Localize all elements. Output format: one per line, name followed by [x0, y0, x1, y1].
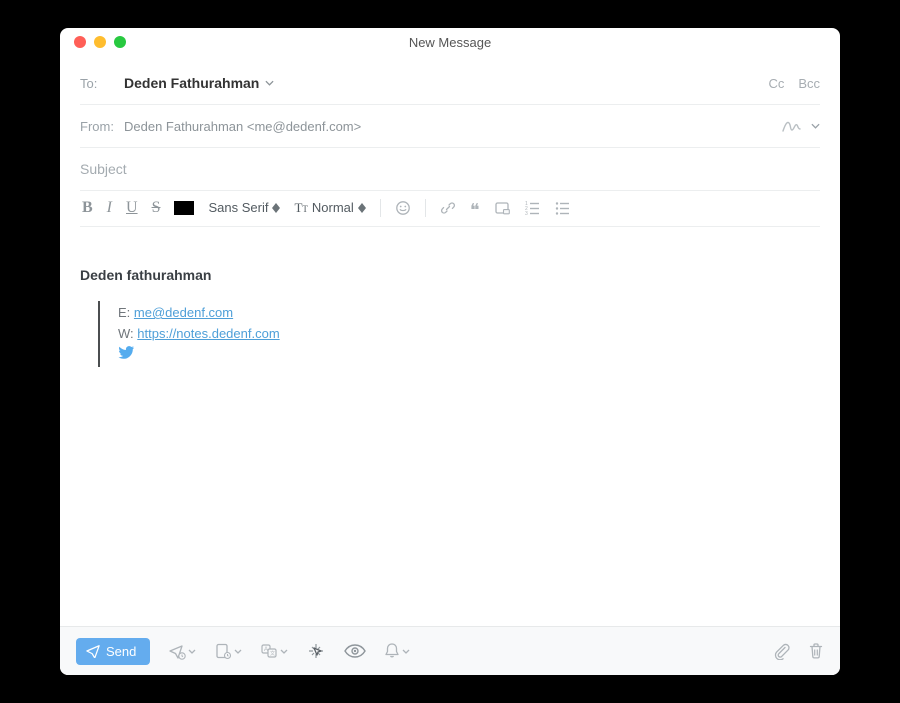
from-value: Deden Fathurahman <me@dedenf.com> — [124, 119, 361, 134]
message-header: To: Deden Fathurahman Cc Bcc From: Deden… — [60, 56, 840, 227]
notify-button[interactable] — [384, 642, 410, 660]
to-label: To: — [80, 76, 124, 91]
subject-row — [80, 148, 820, 191]
titlebar: New Message — [60, 28, 840, 56]
font-size-select[interactable]: TT Normal — [294, 200, 365, 216]
emoji-button[interactable] — [395, 200, 411, 216]
send-label: Send — [106, 644, 136, 659]
compose-window: New Message To: Deden Fathurahman Cc Bcc… — [60, 28, 840, 675]
italic-button[interactable]: I — [107, 200, 112, 216]
signature-email-label: E: — [118, 305, 130, 320]
tracking-button[interactable] — [306, 641, 326, 661]
numbered-list-button[interactable]: 123 — [524, 200, 540, 216]
signature-web-link[interactable]: https://notes.dedenf.com — [137, 326, 279, 341]
font-family-select[interactable]: Sans Serif — [208, 200, 280, 215]
sort-caret-icon — [358, 203, 366, 213]
signature-icon — [781, 117, 805, 135]
chevron-down-icon — [188, 649, 196, 654]
separator — [380, 199, 381, 217]
quote-button[interactable]: ❝ — [470, 200, 480, 221]
signature-email-line: E: me@dedenf.com — [118, 303, 820, 324]
message-body[interactable]: Deden fathurahman E: me@dedenf.com W: ht… — [60, 227, 840, 626]
twitter-icon[interactable] — [118, 345, 820, 366]
svg-text:文: 文 — [270, 650, 275, 657]
from-row: From: Deden Fathurahman <me@dedenf.com> — [80, 105, 820, 148]
separator — [425, 199, 426, 217]
reminder-button[interactable] — [214, 642, 242, 660]
signature-block: E: me@dedenf.com W: https://notes.dedenf… — [98, 301, 820, 367]
strikethrough-button[interactable]: S — [152, 200, 161, 216]
bold-button[interactable]: B — [82, 200, 93, 216]
chevron-down-icon — [402, 649, 410, 654]
chevron-down-icon — [234, 649, 242, 654]
editor-toolbar: B I U S Sans Serif TT Normal — [80, 191, 820, 227]
read-receipt-button[interactable] — [344, 643, 366, 659]
zoom-window-button[interactable] — [114, 36, 126, 48]
text-color-button[interactable] — [174, 201, 194, 215]
to-row: To: Deden Fathurahman Cc Bcc — [80, 62, 820, 105]
discard-button[interactable] — [808, 642, 824, 660]
send-button[interactable]: Send — [76, 638, 150, 665]
signature-email-link[interactable]: me@dedenf.com — [134, 305, 233, 320]
signature-web-line: W: https://notes.dedenf.com — [118, 324, 820, 345]
signature-web-label: W: — [118, 326, 134, 341]
window-controls — [60, 36, 126, 48]
chevron-down-icon — [811, 123, 820, 129]
signature-name: Deden fathurahman — [80, 267, 820, 283]
compose-footer: Send A文 — [60, 626, 840, 675]
to-recipient-chip[interactable]: Deden Fathurahman — [124, 75, 274, 91]
cc-button[interactable]: Cc — [768, 76, 784, 91]
send-later-button[interactable] — [168, 642, 196, 660]
bcc-button[interactable]: Bcc — [798, 76, 820, 91]
signature-picker[interactable] — [781, 117, 820, 135]
attach-button[interactable] — [772, 642, 790, 660]
font-family-label: Sans Serif — [208, 200, 268, 215]
send-icon — [86, 644, 100, 658]
font-size-label: Normal — [312, 200, 354, 215]
minimize-window-button[interactable] — [94, 36, 106, 48]
translate-button[interactable]: A文 — [260, 642, 288, 660]
from-label: From: — [80, 119, 124, 134]
link-button[interactable] — [440, 200, 456, 216]
svg-text:3: 3 — [525, 211, 528, 216]
code-block-button[interactable] — [494, 200, 510, 216]
underline-button[interactable]: U — [126, 200, 138, 216]
window-title: New Message — [60, 35, 840, 50]
chevron-down-icon — [280, 649, 288, 654]
chevron-down-icon — [265, 80, 274, 86]
sort-caret-icon — [272, 203, 280, 213]
to-recipient-name: Deden Fathurahman — [124, 75, 259, 91]
close-window-button[interactable] — [74, 36, 86, 48]
bullet-list-button[interactable] — [554, 200, 570, 216]
subject-input[interactable] — [80, 151, 820, 187]
